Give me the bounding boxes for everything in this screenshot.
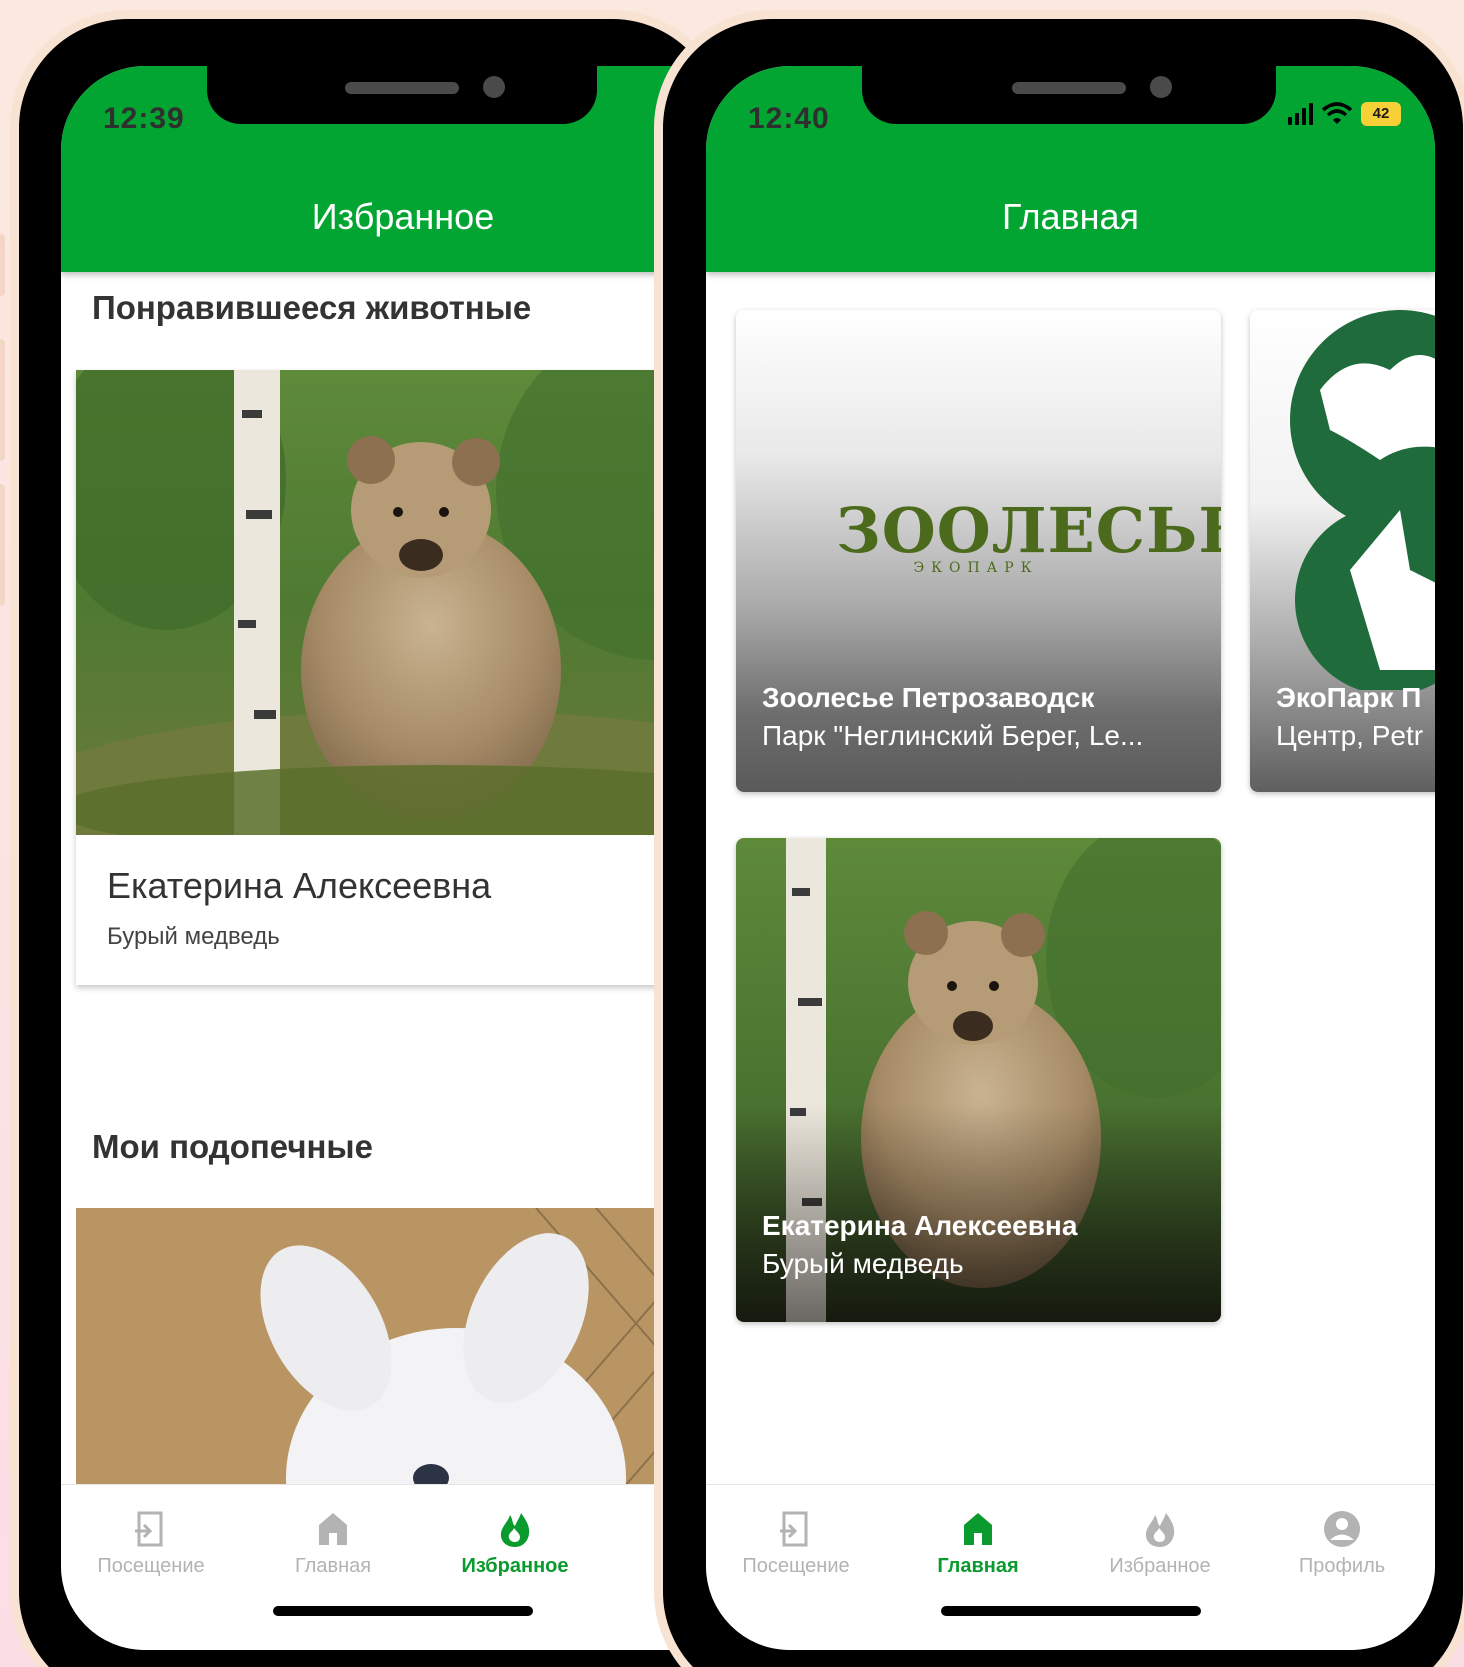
- speaker: [345, 82, 459, 94]
- wards-section-title: Мои подопечные: [92, 1128, 373, 1165]
- park-title: Зоолесье Петрозаводск: [762, 682, 1095, 713]
- mute-switch: [0, 234, 5, 296]
- page-title: Избранное: [311, 196, 495, 237]
- nav-checkin[interactable]: Посещение: [706, 1509, 886, 1578]
- nav-favorites[interactable]: Избранное: [1070, 1509, 1250, 1578]
- notch: [862, 66, 1276, 124]
- notch: [207, 66, 597, 124]
- checkin-icon: [135, 1511, 163, 1547]
- animal-card[interactable]: Екатерина Алексеевна Бурый медведь: [736, 838, 1221, 1322]
- nav-label-home: Главная: [937, 1555, 1019, 1577]
- page-title: Главная: [1001, 196, 1140, 237]
- wifi-icon: [1321, 102, 1353, 124]
- checkin-icon: [780, 1511, 808, 1547]
- nav-favorites[interactable]: Избранное: [425, 1509, 605, 1578]
- park-subtitle: Центр, Petr: [1276, 720, 1424, 751]
- park-subtitle: Парк "Неглинский Берег, Le...: [762, 720, 1144, 751]
- animal-name: Екатерина Алексеевна: [762, 1210, 1078, 1241]
- battery-icon: 42: [1361, 102, 1401, 126]
- status-icons: 42: [1288, 102, 1401, 126]
- volume-up-button: [0, 339, 5, 461]
- home-icon: [964, 1513, 992, 1545]
- park-card-zoolesye[interactable]: ЗООЛЕСЬЕ ЭКОПАРК Зоолесье Петрозаводск П…: [736, 310, 1221, 792]
- nav-label-checkin: Посещение: [742, 1555, 850, 1577]
- liked-animal-name: Екатерина Алексеевна: [107, 865, 492, 906]
- logo-wordmark: ЗООЛЕСЬЕ: [836, 494, 1221, 567]
- animal-species: Бурый медведь: [762, 1248, 964, 1279]
- flame-icon: [1145, 1513, 1175, 1547]
- park-title: ЭкоПарк П: [1276, 682, 1422, 713]
- nav-label-checkin: Посещение: [97, 1555, 205, 1577]
- nav-home[interactable]: Главная: [888, 1509, 1068, 1578]
- front-camera: [483, 76, 505, 98]
- park-card-ecopark[interactable]: ЭкоПарк П Центр, Petr: [1250, 310, 1435, 792]
- nav-label-profile: Профиль: [1298, 1555, 1386, 1577]
- volume-down-button: [0, 484, 5, 606]
- home-indicator: [273, 1606, 533, 1616]
- nav-label-home: Главная: [294, 1555, 372, 1577]
- status-time: 12:40: [748, 102, 830, 135]
- flame-icon: [500, 1513, 530, 1547]
- phone-right: 12:40 42 Главная ЗООЛЕСЬЕ ЭКОПАРК Зоолес…: [654, 10, 1464, 1667]
- home-screen: 12:40 42 Главная ЗООЛЕСЬЕ ЭКОПАРК Зоолес…: [706, 66, 1435, 1650]
- phone-left: 12:39 Избранное Понравившееся животные Е…: [0, 10, 821, 1667]
- nav-label-favorites: Избранное: [461, 1555, 569, 1577]
- nav-profile[interactable]: Профиль: [1252, 1509, 1432, 1578]
- liked-animal-species: Бурый медведь: [107, 923, 280, 950]
- status-time: 12:39: [103, 102, 185, 135]
- profile-icon: [1324, 1511, 1360, 1547]
- home-indicator: [940, 1606, 1201, 1616]
- zoolesye-logo: ЗООЛЕСЬЕ ЭКОПАРК: [836, 494, 1221, 577]
- nav-label-favorites: Избранное: [1109, 1555, 1211, 1577]
- nav-checkin[interactable]: Посещение: [61, 1509, 241, 1578]
- bottom-navigation: Посещение Главная Избранное: [706, 1484, 1435, 1650]
- front-camera: [1150, 76, 1172, 98]
- ecopark-logo: [1290, 310, 1435, 690]
- liked-section-title: Понравившееся животные: [92, 289, 532, 326]
- speaker: [1012, 82, 1126, 94]
- home-icon: [319, 1513, 347, 1545]
- cellular-signal-icon: [1288, 103, 1313, 125]
- nav-home[interactable]: Главная: [243, 1509, 423, 1578]
